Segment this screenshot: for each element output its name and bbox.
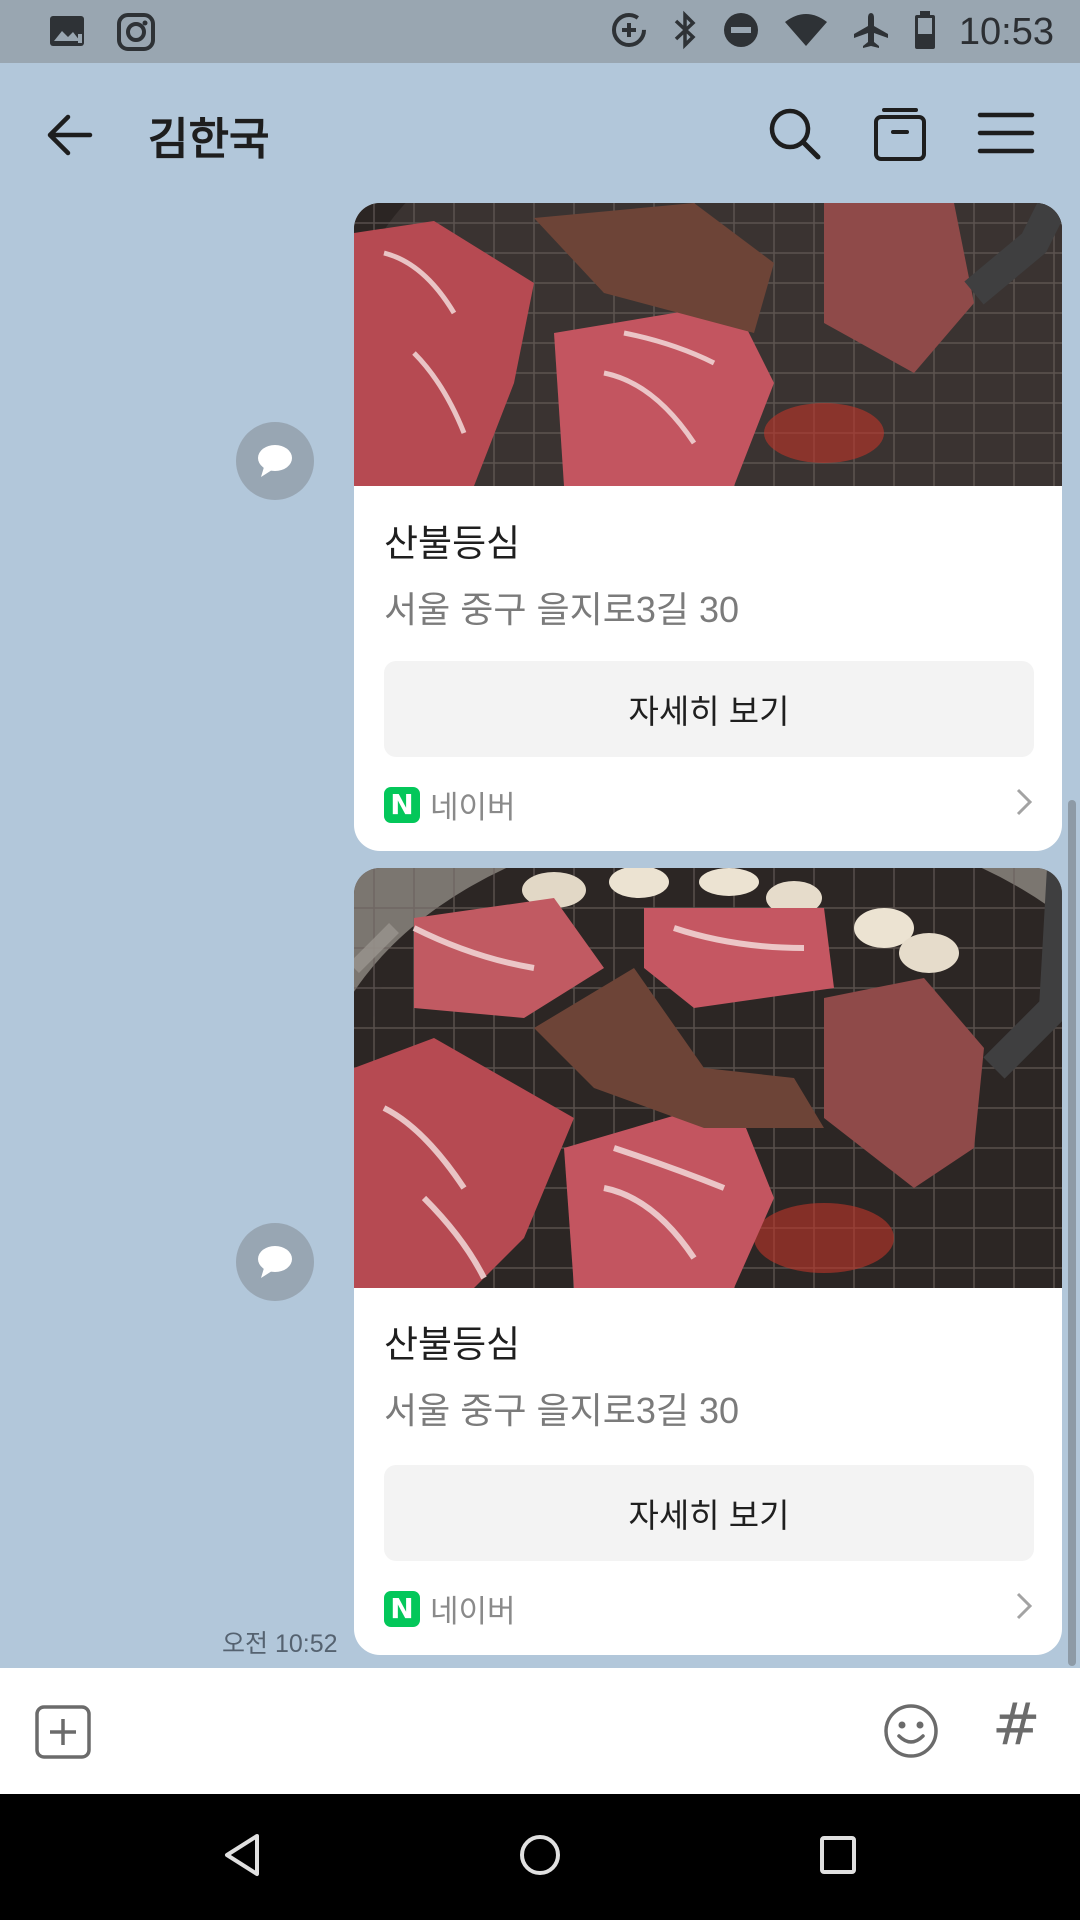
menu-icon[interactable] [974,101,1038,165]
system-nav-bar [0,1794,1080,1920]
chat-title: 김한국 [148,115,270,164]
place-name: 산불등심 [384,523,521,564]
data-saver-icon [609,10,649,54]
place-card[interactable]: 산불등심 서울 중구 을지로3길 30 자세히 보기 N 네이버 [354,203,1062,851]
naver-logo: N [384,786,420,823]
source-label: 네이버 [430,790,516,825]
source-label: 네이버 [430,1594,516,1629]
place-photo[interactable] [354,203,1062,486]
bluetooth-icon [671,10,699,54]
place-address: 서울 중구 을지로3길 30 [384,589,740,630]
message-input-bar: # [0,1668,1080,1794]
place-photo[interactable] [354,868,1062,1288]
details-button[interactable]: 자세히 보기 [384,1465,1034,1561]
gallery-icon [48,14,88,54]
source-row[interactable]: N 네이버 [384,782,516,827]
naver-logo: N [384,1590,420,1627]
message-timestamp: 오전 10:52 [222,1630,338,1658]
hashtag-icon[interactable]: # [992,1690,1041,1758]
place-name: 산불등심 [384,1324,521,1365]
status-time: 10:53 [958,10,1054,53]
back-arrow-icon[interactable] [42,107,102,163]
details-button[interactable]: 자세히 보기 [384,661,1034,757]
airplane-icon [851,10,891,54]
share-button[interactable] [236,1223,314,1301]
source-row[interactable]: N 네이버 [384,1586,516,1631]
home-circle-icon[interactable] [518,1832,562,1882]
search-icon[interactable] [762,101,826,165]
chat-header: 김한국 [0,63,1080,203]
chevron-right-icon [1014,1590,1034,1626]
recents-square-icon[interactable] [818,1834,858,1880]
battery-icon [913,10,937,54]
place-card[interactable]: 산불등심 서울 중구 을지로3길 30 자세히 보기 N 네이버 [354,868,1062,1655]
add-icon[interactable] [34,1704,92,1764]
wifi-icon [783,12,829,52]
place-address: 서울 중구 을지로3길 30 [384,1390,740,1431]
do-not-disturb-icon [721,10,761,54]
emoji-icon[interactable] [882,1702,940,1764]
instagram-icon [116,12,156,56]
share-button[interactable] [236,422,314,500]
chevron-right-icon [1014,786,1034,822]
chat-area[interactable]: 산불등심 서울 중구 을지로3길 30 자세히 보기 N 네이버 산불등심 서울… [0,203,1080,1668]
status-bar: 10:53 [0,0,1080,63]
back-triangle-icon[interactable] [222,1832,262,1882]
message-input[interactable] [130,1688,860,1774]
scrollbar[interactable] [1068,800,1076,1666]
drawer-icon[interactable] [868,101,932,165]
